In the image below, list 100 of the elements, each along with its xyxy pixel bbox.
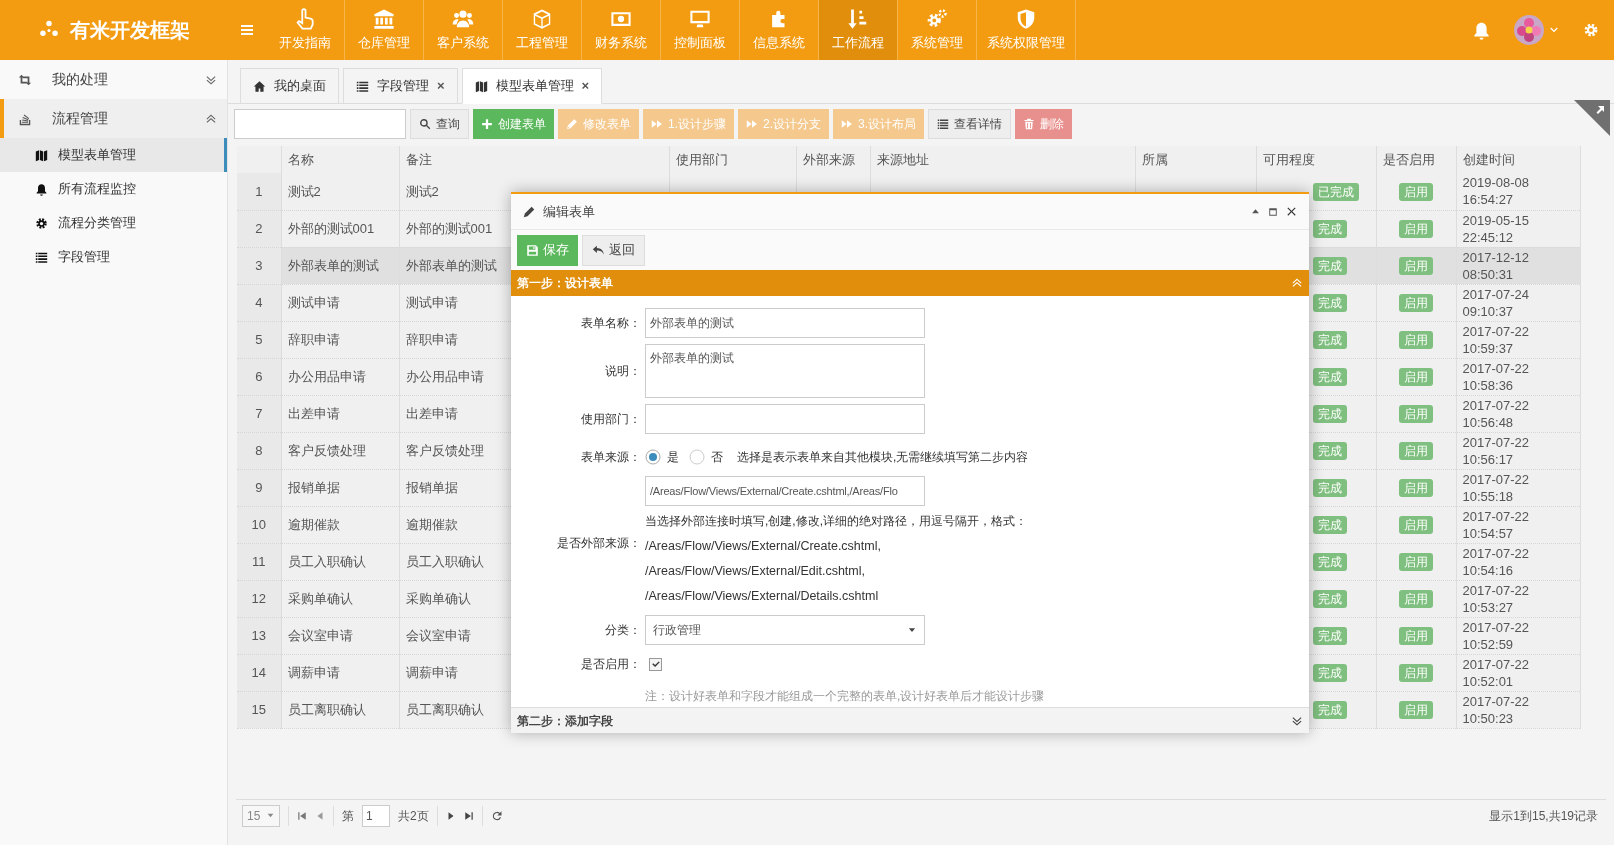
tab[interactable]: 模型表单管理 × (461, 68, 603, 104)
save-icon (526, 243, 539, 257)
gears-icon (926, 7, 948, 30)
table-cell-text: 2017-07-24 09:10:37 (1462, 285, 1530, 320)
row-number: 4 (237, 284, 281, 321)
table-cell: 采购单确认 (281, 580, 399, 617)
maximize-icon (1268, 206, 1278, 217)
field-label: 是否启用： (581, 657, 641, 671)
refresh-button[interactable] (490, 809, 503, 822)
status-badge: 启用 (1399, 182, 1433, 201)
map-icon (35, 148, 48, 162)
user-menu-button[interactable] (1514, 15, 1560, 45)
search-field[interactable] (234, 109, 406, 139)
status-badge: 完成 (1312, 330, 1347, 349)
table-cell: 逾期催款 (281, 506, 399, 543)
close-icon (1286, 206, 1297, 217)
table-cell-text: 2017-07-22 10:55:18 (1462, 470, 1530, 505)
collapse-button[interactable] (1251, 207, 1260, 216)
forward-icon (651, 118, 663, 130)
select-field[interactable]: 行政管理 (645, 615, 925, 645)
table-cell: 客户反馈处理 (281, 432, 399, 469)
table-cell-text: 2017-07-22 10:59:37 (1462, 322, 1530, 357)
table-cell-text: 2017-07-22 10:52:01 (1462, 655, 1530, 690)
pointer-icon (294, 7, 316, 30)
expand-icon (205, 73, 217, 86)
trash-icon (1023, 118, 1036, 130)
status-badge: 完成 (1312, 441, 1347, 460)
sort-icon (847, 7, 869, 30)
textarea-field[interactable]: 外部表单的测试 (645, 344, 925, 398)
radio-label: 否 (711, 449, 723, 466)
table-cell-text: 2017-07-22 10:56:48 (1462, 396, 1530, 431)
avatar (1514, 15, 1544, 45)
row-number: 2 (237, 210, 281, 247)
page-number-field[interactable]: 1 (362, 804, 390, 827)
sidebar-subitem[interactable]: 模型表单管理 (0, 138, 227, 172)
table-cell-text: 2019-05-15 22:45:12 (1462, 211, 1530, 246)
status-badge: 启用 (1399, 515, 1433, 534)
radio-button[interactable] (689, 449, 705, 465)
status-badge: 启用 (1399, 367, 1433, 386)
last-page-icon (463, 810, 474, 821)
sidebar-item[interactable]: 流程管理 (0, 99, 227, 138)
status-badge: 启用 (1399, 330, 1433, 349)
input-field[interactable] (645, 404, 925, 434)
hint-text: 选择是表示表单来自其他模块,无需继续填写第二步内容 (737, 449, 1029, 466)
input-field[interactable]: 外部表单的测试 (645, 308, 925, 338)
status-badge: 启用 (1399, 478, 1433, 497)
row-number: 14 (237, 654, 281, 691)
row-number: 3 (237, 247, 281, 284)
previous-page-button[interactable] (315, 810, 325, 821)
status-badge: 完成 (1312, 626, 1347, 645)
row-number: 1 (237, 173, 281, 210)
close-tab-button[interactable]: × (437, 76, 445, 96)
table-cell: 报销单据 (281, 469, 399, 506)
tab[interactable]: 我的桌面 (240, 68, 339, 104)
status-badge: 启用 (1399, 219, 1433, 238)
field-label: 分类： (605, 623, 641, 637)
undo-icon (592, 243, 605, 257)
status-badge: 启用 (1399, 256, 1433, 275)
status-badge: 启用 (1399, 552, 1433, 571)
tab[interactable]: 字段管理 × (343, 68, 458, 104)
bell-icon (1471, 20, 1491, 40)
status-badge: 启用 (1399, 700, 1433, 719)
toolbar-button[interactable]: 查看详情 (928, 109, 1012, 139)
toolbar-button[interactable]: 查询 (410, 109, 469, 139)
fullscreen-icon[interactable] (1574, 100, 1610, 136)
map-icon (474, 79, 488, 93)
plus-icon (481, 118, 493, 130)
first-page-button[interactable] (297, 810, 307, 821)
table-cell: 调薪申请 (281, 654, 399, 691)
collapse-icon (205, 112, 217, 125)
settings-icon (1583, 22, 1599, 38)
close-button[interactable] (1286, 206, 1297, 217)
status-badge: 启用 (1399, 441, 1433, 460)
table-cell: 出差申请 (281, 395, 399, 432)
status-badge: 启用 (1399, 293, 1433, 312)
close-tab-button[interactable]: × (581, 76, 590, 96)
maximize-button[interactable] (1268, 206, 1278, 217)
table-cell: 员工离职确认 (281, 691, 399, 728)
pencil-icon (523, 205, 535, 218)
status-badge: 启用 (1399, 589, 1433, 608)
status-badge: 完成 (1312, 589, 1347, 608)
section-header[interactable]: 第二步：添加字段 (511, 707, 1309, 733)
status-badge: 完成 (1312, 256, 1347, 275)
home-icon (253, 79, 266, 93)
table-cell: 员工入职确认 (281, 543, 399, 580)
last-page-button[interactable] (463, 810, 474, 821)
table-cell: 测试申请 (281, 284, 399, 321)
refresh-icon (490, 809, 503, 822)
radio-button[interactable] (645, 449, 661, 465)
input-field[interactable]: /Areas/Flow/Views/External/Create.cshtml,/Areas/Flo (645, 476, 925, 506)
record-summary: 显示1到15,共19记录 (1489, 807, 1598, 825)
page-count: 共2页 (398, 807, 429, 825)
first-page-icon (297, 810, 307, 821)
radio-label: 是 (667, 449, 679, 466)
table-cell: 外部表单的测试 (281, 247, 399, 284)
field-label: 表单来源： (581, 450, 641, 464)
dialog-button[interactable]: 返回 (582, 234, 645, 266)
checkbox[interactable] (649, 657, 662, 671)
status-badge: 完成 (1312, 367, 1347, 386)
status-badge: 完成 (1312, 663, 1347, 682)
